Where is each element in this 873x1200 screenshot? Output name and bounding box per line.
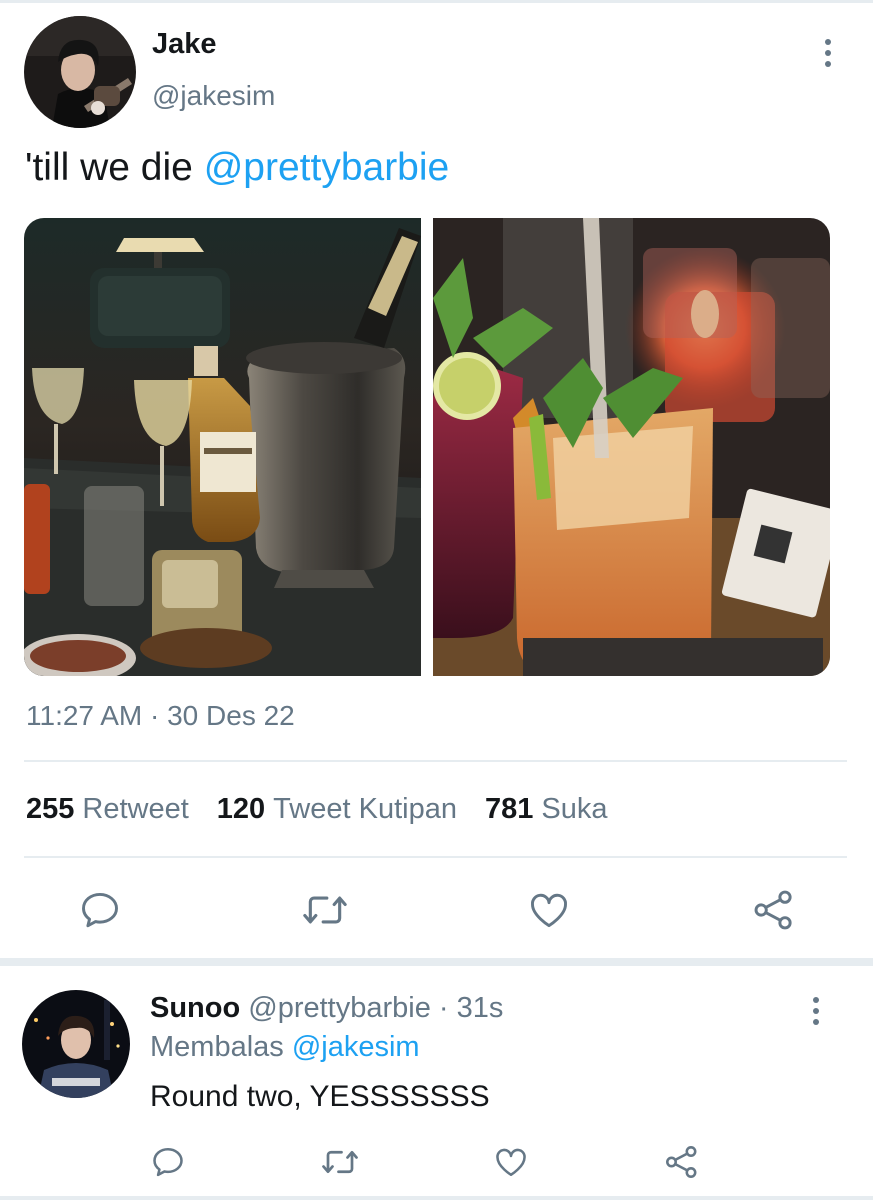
retweets-count: 255	[26, 793, 75, 825]
replying-to-mention[interactable]: @jakesim	[292, 1031, 420, 1063]
tweet-mention-link[interactable]: @prettybarbie	[204, 146, 450, 189]
retweet-icon[interactable]	[301, 888, 349, 932]
quotes-stat[interactable]: 120 Tweet Kutipan	[217, 793, 457, 826]
author-handle[interactable]: @jakesim	[152, 80, 275, 112]
more-options-icon[interactable]	[818, 36, 838, 70]
author-avatar[interactable]	[24, 16, 136, 128]
share-icon[interactable]	[664, 1144, 700, 1180]
section-separator	[0, 958, 873, 966]
share-icon[interactable]	[752, 888, 796, 932]
likes-count: 781	[484, 793, 534, 825]
reply-author-handle[interactable]: @prettybarbie	[248, 992, 431, 1024]
like-icon[interactable]	[493, 1144, 529, 1180]
tweet-timestamp[interactable]: 11:27 AM · 30 Des 22	[26, 700, 295, 732]
replying-label: Membalas	[150, 1031, 284, 1063]
author-name[interactable]: Jake	[152, 28, 217, 61]
reply-header: Sunoo @prettybarbie · 31s	[150, 992, 503, 1025]
reply-more-options-icon[interactable]	[806, 994, 826, 1028]
bottom-divider	[0, 1196, 873, 1200]
cocktail-candles-photo[interactable]	[433, 218, 830, 676]
likes-stat[interactable]: 781 Suka	[485, 793, 608, 826]
retweet-icon[interactable]	[320, 1144, 360, 1180]
tweet-stats: 255 Retweet 120 Tweet Kutipan 781 Suka	[26, 793, 607, 826]
replying-to: Membalas @jakesim	[150, 1031, 420, 1064]
divider	[24, 760, 847, 762]
like-icon[interactable]	[526, 888, 572, 932]
tweet-text: 'till we die @prettybarbie	[25, 146, 449, 190]
reply-icon[interactable]	[78, 888, 122, 932]
reply-text: Round two, YESSSSSSS	[150, 1080, 490, 1113]
bar-table-drinks-photo[interactable]	[24, 218, 421, 676]
reply-author-name[interactable]: Sunoo	[150, 992, 240, 1024]
likes-label: Suka	[541, 793, 608, 825]
main-tweet: Jake @jakesim 'till we die @prettybarbie	[0, 0, 873, 960]
divider	[24, 856, 847, 858]
reply-author-avatar[interactable]	[22, 990, 130, 1098]
tweet-media	[24, 218, 830, 676]
quotes-label: Tweet Kutipan	[273, 793, 457, 825]
retweets-stat[interactable]: 255 Retweet	[26, 793, 189, 826]
retweets-label: Retweet	[82, 793, 189, 825]
tweet-text-body: 'till we die	[25, 146, 204, 189]
reply-icon[interactable]	[150, 1144, 186, 1180]
quotes-count: 120	[216, 793, 266, 825]
reply-time[interactable]: · 31s	[439, 992, 503, 1024]
